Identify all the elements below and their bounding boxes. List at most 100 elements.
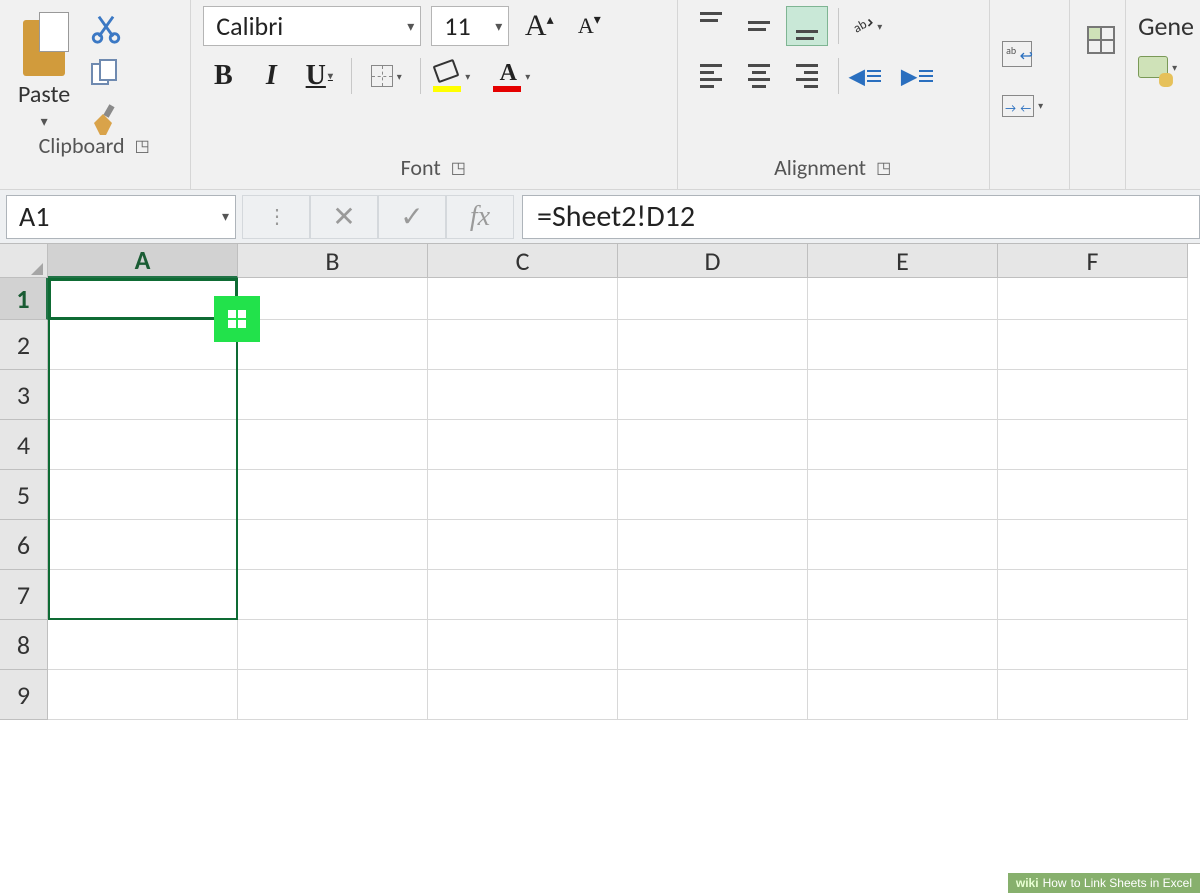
underline-button[interactable]: U ▾ — [299, 56, 339, 96]
cell[interactable] — [618, 570, 808, 620]
cell[interactable] — [808, 278, 998, 320]
borders-button[interactable]: ▾ — [364, 56, 408, 96]
cell[interactable] — [238, 520, 428, 570]
row-header[interactable]: 7 — [0, 570, 48, 620]
cell[interactable] — [238, 670, 428, 720]
cell[interactable] — [998, 370, 1188, 420]
insert-function-button[interactable]: fx — [446, 195, 514, 239]
cell[interactable] — [998, 278, 1188, 320]
chevron-down-icon[interactable]: ▾ — [216, 208, 229, 225]
alignment-dialog-launcher[interactable]: ◳ — [874, 156, 893, 180]
font-name-combo[interactable]: Calibri ▾ — [203, 6, 421, 46]
chevron-down-icon[interactable]: ▾ — [328, 71, 333, 82]
cell[interactable] — [48, 670, 238, 720]
cell[interactable] — [48, 320, 238, 370]
align-right-button[interactable] — [786, 56, 828, 96]
cell[interactable] — [618, 420, 808, 470]
align-middle-button[interactable] — [738, 6, 780, 46]
align-bottom-button[interactable] — [786, 6, 828, 46]
cell[interactable] — [808, 570, 998, 620]
row-header[interactable]: 6 — [0, 520, 48, 570]
cut-button[interactable] — [86, 12, 126, 44]
cell[interactable] — [808, 520, 998, 570]
accounting-format-button[interactable]: ▾ — [1138, 56, 1194, 78]
cell[interactable] — [808, 670, 998, 720]
chevron-down-icon[interactable]: ▾ — [1038, 99, 1043, 112]
merge-cells-button[interactable]: →← ▾ — [1002, 86, 1058, 126]
cell[interactable] — [618, 670, 808, 720]
align-center-button[interactable] — [738, 56, 780, 96]
chevron-down-icon[interactable]: ▾ — [465, 70, 470, 83]
clipboard-dialog-launcher[interactable]: ◳ — [133, 134, 152, 158]
fill-color-button[interactable]: ▾ — [433, 56, 485, 96]
cancel-formula-button[interactable]: ✕ — [310, 195, 378, 239]
paste-button[interactable]: Paste ▾ — [12, 6, 76, 134]
cell[interactable] — [428, 420, 618, 470]
chevron-down-icon[interactable]: ▾ — [401, 18, 414, 35]
decrease-font-button[interactable]: A▾ — [569, 6, 609, 46]
column-header[interactable]: F — [998, 244, 1188, 278]
chevron-down-icon[interactable]: ▾ — [525, 70, 530, 83]
align-left-button[interactable] — [690, 56, 732, 96]
name-box[interactable]: A1 ▾ — [6, 195, 236, 239]
cell[interactable] — [808, 420, 998, 470]
cell[interactable] — [48, 420, 238, 470]
cell[interactable] — [238, 320, 428, 370]
cell[interactable] — [428, 620, 618, 670]
cell[interactable] — [998, 520, 1188, 570]
cell[interactable] — [998, 620, 1188, 670]
column-header[interactable]: E — [808, 244, 998, 278]
cell[interactable] — [428, 470, 618, 520]
cell[interactable] — [618, 320, 808, 370]
row-header[interactable]: 5 — [0, 470, 48, 520]
cell[interactable] — [618, 620, 808, 670]
column-header[interactable]: D — [618, 244, 808, 278]
row-header[interactable]: 4 — [0, 420, 48, 470]
cell[interactable] — [428, 520, 618, 570]
formula-input[interactable]: =Sheet2!D12 — [522, 195, 1200, 239]
increase-font-button[interactable]: A▴ — [519, 6, 559, 46]
cell[interactable] — [48, 370, 238, 420]
cell[interactable] — [48, 520, 238, 570]
italic-button[interactable]: I — [251, 56, 291, 96]
cell[interactable] — [428, 370, 618, 420]
conditional-formatting-button[interactable] — [1076, 18, 1126, 62]
chevron-down-icon[interactable]: ▾ — [877, 20, 882, 33]
font-dialog-launcher[interactable]: ◳ — [449, 156, 468, 180]
decrease-indent-button[interactable]: ◀ — [849, 64, 895, 89]
column-header[interactable]: A — [48, 244, 238, 278]
cell[interactable] — [238, 370, 428, 420]
font-color-button[interactable]: A ▾ — [493, 56, 545, 96]
cell[interactable] — [48, 570, 238, 620]
copy-button[interactable] — [86, 58, 126, 90]
row-header[interactable]: 8 — [0, 620, 48, 670]
row-header[interactable]: 3 — [0, 370, 48, 420]
cell[interactable] — [998, 420, 1188, 470]
column-header[interactable]: B — [238, 244, 428, 278]
formula-options-button[interactable]: ⋮ — [242, 195, 310, 239]
cell[interactable] — [998, 470, 1188, 520]
cell[interactable] — [998, 320, 1188, 370]
wrap-text-button[interactable]: ab↩ — [1002, 34, 1058, 74]
cell[interactable] — [48, 470, 238, 520]
cell[interactable] — [428, 278, 618, 320]
cell[interactable] — [998, 670, 1188, 720]
cell[interactable] — [808, 470, 998, 520]
cell[interactable] — [808, 620, 998, 670]
column-header[interactable]: C — [428, 244, 618, 278]
cell[interactable] — [808, 320, 998, 370]
bold-button[interactable]: B — [203, 56, 243, 96]
cell[interactable] — [808, 370, 998, 420]
select-all-corner[interactable] — [0, 244, 48, 278]
cell[interactable] — [618, 520, 808, 570]
chevron-down-icon[interactable]: ▾ — [397, 70, 402, 83]
cell[interactable] — [428, 570, 618, 620]
enter-formula-button[interactable]: ✓ — [378, 195, 446, 239]
cell[interactable] — [428, 670, 618, 720]
row-header[interactable]: 9 — [0, 670, 48, 720]
cell[interactable] — [998, 570, 1188, 620]
cell[interactable] — [48, 278, 238, 320]
cell[interactable] — [618, 278, 808, 320]
orientation-button[interactable]: ab ▾ — [849, 13, 899, 39]
increase-indent-button[interactable]: ▶ — [901, 64, 947, 89]
